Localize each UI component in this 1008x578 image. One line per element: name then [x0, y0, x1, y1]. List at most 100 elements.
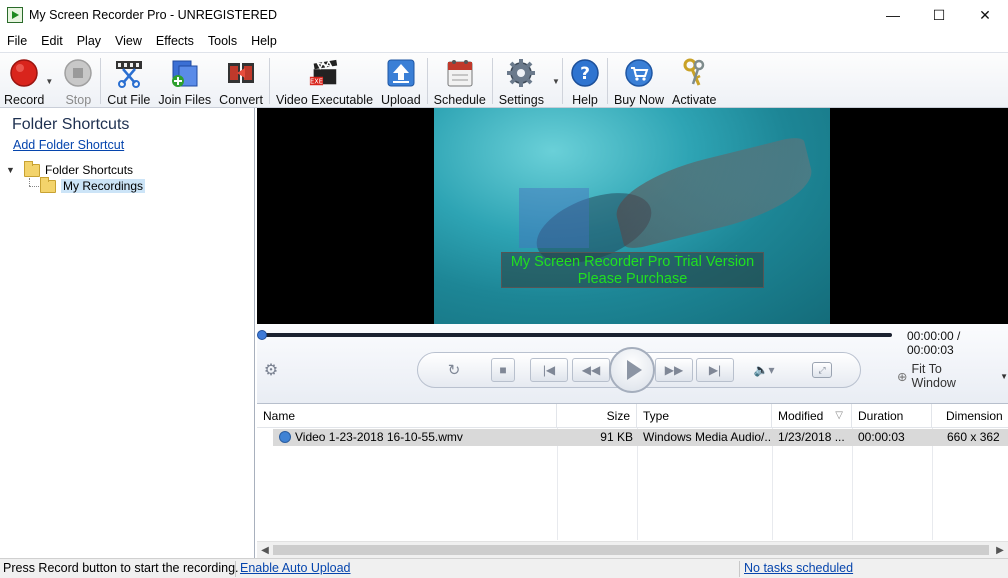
settings-dropdown-icon[interactable]: ▼: [552, 77, 560, 86]
player-controls: 00:00:00 / 00:00:03 ⚙ ↻ ■ |◀ ◀◀ ▶▶ ▶| 🔈▾…: [257, 324, 1008, 404]
tree-connector: [29, 186, 39, 187]
wmv-file-icon: [279, 431, 291, 443]
sort-desc-icon: ▽: [835, 410, 843, 421]
status-divider: [235, 561, 236, 577]
tree-collapse-icon[interactable]: ▼: [6, 165, 18, 175]
time-readout: 00:00:00 / 00:00:03: [907, 329, 961, 357]
column-header-duration[interactable]: Duration: [852, 404, 932, 428]
window-controls: — ☐ ✕: [870, 0, 1008, 30]
cut-file-label: Cut File: [107, 93, 151, 107]
folder-shortcuts-panel: Folder Shortcuts Add Folder Shortcut ▼ F…: [0, 108, 255, 558]
toolbar-separator: [268, 58, 270, 104]
file-type-cell: Windows Media Audio/...: [643, 430, 772, 444]
menu-view[interactable]: View: [108, 30, 149, 52]
maximize-button[interactable]: ☐: [916, 0, 962, 30]
record-dropdown-icon[interactable]: ▼: [45, 77, 53, 86]
scheduled-tasks-link[interactable]: No tasks scheduled: [744, 561, 853, 575]
help-icon: ?: [569, 57, 601, 89]
schedule-label: Schedule: [433, 93, 486, 107]
horizontal-scrollbar[interactable]: ◀ ▶: [257, 541, 1008, 558]
cut-file-button[interactable]: Cut File: [103, 53, 154, 107]
column-header-dimension[interactable]: Dimension: [932, 404, 1008, 428]
svg-text:EXE: EXE: [311, 77, 324, 85]
join-files-button[interactable]: Join Files: [154, 53, 215, 107]
video-executable-label: Video Executable: [275, 93, 374, 107]
svg-text:?: ?: [580, 64, 590, 84]
video-executable-button[interactable]: EXE Video Executable: [272, 53, 377, 107]
scissors-icon: [113, 57, 145, 89]
upload-label: Upload: [381, 93, 421, 107]
skip-to-end-button[interactable]: ▶|: [696, 358, 734, 382]
skip-to-start-button[interactable]: |◀: [530, 358, 568, 382]
window-title: My Screen Recorder Pro - UNREGISTERED: [29, 8, 277, 22]
record-icon: [8, 57, 40, 89]
play-button[interactable]: [609, 347, 655, 393]
menu-tools[interactable]: Tools: [201, 30, 244, 52]
minimize-button[interactable]: —: [870, 0, 916, 30]
file-name: Video 1-23-2018 16-10-55.wmv: [295, 430, 463, 444]
fit-to-window-dropdown[interactable]: ⊕ Fit To Window ▼: [897, 362, 1008, 390]
tree-child-label: My Recordings: [61, 179, 146, 193]
zoom-icon: ⊕: [897, 369, 908, 384]
file-dimension-cell: 660 x 362: [947, 430, 1000, 444]
trial-watermark: My Screen Recorder Pro Trial Version Ple…: [501, 252, 764, 288]
app-icon: [7, 7, 23, 23]
settings-button[interactable]: Settings ▼: [495, 53, 560, 107]
scroll-thumb[interactable]: [273, 545, 989, 555]
clapperboard-icon: EXE: [308, 57, 340, 89]
video-frame: [434, 108, 830, 324]
column-header-type[interactable]: Type: [637, 404, 772, 428]
stop-button: Stop: [58, 53, 98, 107]
recordings-list: Name Size Type Modified ▽ Duration Dimen…: [257, 404, 1008, 558]
column-header-modified[interactable]: Modified ▽: [772, 404, 852, 428]
video-preview[interactable]: My Screen Recorder Pro Trial Version Ple…: [257, 108, 1008, 324]
tree-root-label: Folder Shortcuts: [45, 163, 134, 177]
toolbar-separator: [606, 58, 608, 104]
fast-forward-button[interactable]: ▶▶: [655, 358, 693, 382]
toolbar-separator: [561, 58, 563, 104]
menu-help[interactable]: Help: [244, 30, 284, 52]
menu-play[interactable]: Play: [70, 30, 108, 52]
folder-icon: [40, 176, 56, 193]
scroll-left-icon[interactable]: ◀: [257, 542, 273, 559]
video-content: [608, 134, 820, 252]
gear-icon: [505, 57, 537, 89]
close-button[interactable]: ✕: [962, 0, 1008, 30]
buy-now-label: Buy Now: [613, 93, 664, 107]
menu-file[interactable]: File: [0, 30, 34, 52]
modified-header-label: Modified: [778, 409, 824, 423]
fit-to-window-label: Fit To Window: [911, 362, 956, 390]
help-button[interactable]: ? Help: [565, 53, 605, 107]
stop-playback-button[interactable]: ■: [491, 358, 515, 382]
player-settings-icon[interactable]: ⚙: [262, 361, 280, 379]
seek-bar[interactable]: [260, 333, 892, 337]
toolbar: Record ▼ Stop Cut File Join Files Conver…: [0, 52, 1008, 108]
add-folder-shortcut-link[interactable]: Add Folder Shortcut: [13, 138, 124, 152]
settings-label: Settings: [498, 93, 544, 107]
activate-button[interactable]: Activate: [668, 53, 720, 107]
tree-item-my-recordings[interactable]: My Recordings: [40, 176, 146, 194]
file-modified-cell: 1/23/2018 ...: [778, 430, 845, 444]
status-message: Press Record button to start the recordi…: [3, 561, 239, 575]
table-row[interactable]: Video 1-23-2018 16-10-55.wmv 91 KB Windo…: [273, 429, 1008, 446]
volume-icon[interactable]: 🔈▾: [749, 358, 779, 382]
enable-auto-upload-link[interactable]: Enable Auto Upload: [240, 561, 351, 575]
buy-now-button[interactable]: Buy Now: [610, 53, 668, 107]
menu-edit[interactable]: Edit: [34, 30, 70, 52]
record-button[interactable]: Record ▼: [0, 53, 53, 107]
rewind-button[interactable]: ◀◀: [572, 358, 610, 382]
convert-button[interactable]: Convert: [215, 53, 267, 107]
title-bar: My Screen Recorder Pro - UNREGISTERED — …: [0, 0, 1008, 30]
upload-button[interactable]: Upload: [377, 53, 425, 107]
tree-root-folder-shortcuts[interactable]: ▼ Folder Shortcuts: [6, 160, 134, 178]
upload-icon: [385, 57, 417, 89]
repeat-button[interactable]: ↻: [440, 358, 468, 382]
menu-effects[interactable]: Effects: [149, 30, 201, 52]
column-header-size[interactable]: Size: [557, 404, 637, 428]
column-header-name[interactable]: Name: [257, 404, 557, 428]
scroll-right-icon[interactable]: ▶: [992, 542, 1008, 559]
schedule-button[interactable]: Schedule: [430, 53, 490, 107]
fullscreen-button[interactable]: ⤢: [812, 362, 832, 378]
record-label: Record: [4, 93, 45, 107]
seek-handle[interactable]: [257, 330, 267, 340]
